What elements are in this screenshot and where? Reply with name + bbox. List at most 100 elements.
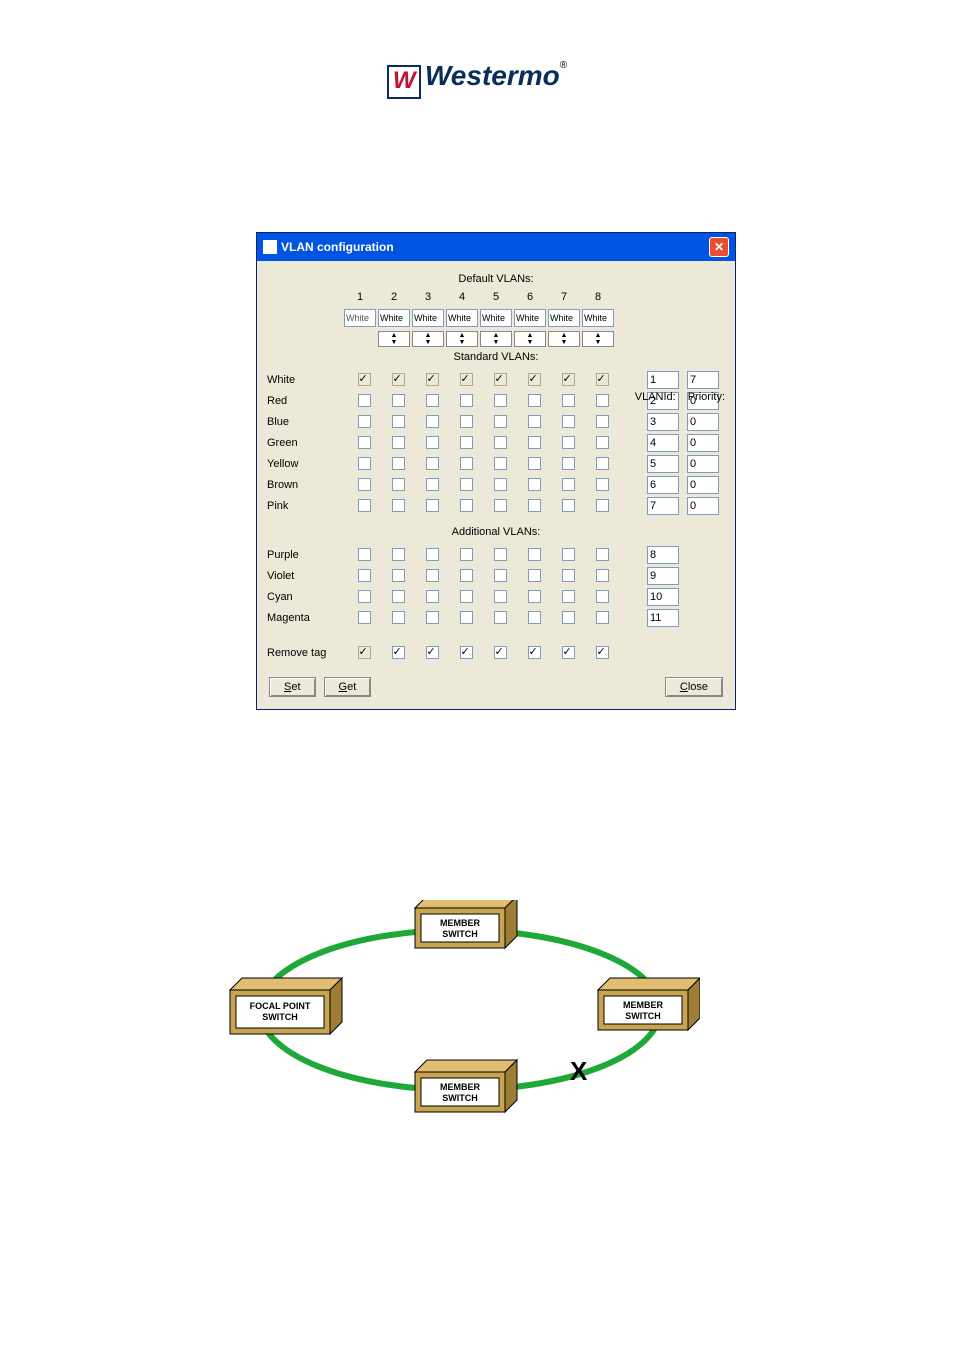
additional-vlan-checkbox-port1[interactable] xyxy=(358,569,371,582)
spinner-port4[interactable]: ▲▼ xyxy=(446,331,478,347)
standard-vlan-checkbox-port4[interactable] xyxy=(460,436,473,449)
additional-vlan-checkbox-port6[interactable] xyxy=(528,569,541,582)
spinner-port6[interactable]: ▲▼ xyxy=(514,331,546,347)
port-default-input-7[interactable] xyxy=(548,309,580,327)
standard-vlan-checkbox-port3[interactable] xyxy=(426,415,439,428)
remove-tag-checkbox-port4[interactable] xyxy=(460,646,473,659)
additional-vlan-checkbox-port7[interactable] xyxy=(562,548,575,561)
additional-vlan-checkbox-port2[interactable] xyxy=(392,611,405,624)
set-button[interactable]: Set xyxy=(269,677,316,697)
remove-tag-checkbox-port7[interactable] xyxy=(562,646,575,659)
priority-input[interactable] xyxy=(687,476,719,494)
additional-vlan-checkbox-port7[interactable] xyxy=(562,569,575,582)
additional-vlan-checkbox-port1[interactable] xyxy=(358,611,371,624)
remove-tag-checkbox-port5[interactable] xyxy=(494,646,507,659)
additional-vlan-checkbox-port4[interactable] xyxy=(460,590,473,603)
additional-vlan-checkbox-port2[interactable] xyxy=(392,548,405,561)
additional-vlan-checkbox-port3[interactable] xyxy=(426,611,439,624)
remove-tag-checkbox-port2[interactable] xyxy=(392,646,405,659)
standard-vlan-checkbox-port4[interactable] xyxy=(460,478,473,491)
additional-vlan-checkbox-port5[interactable] xyxy=(494,611,507,624)
standard-vlan-checkbox-port7[interactable] xyxy=(562,457,575,470)
standard-vlan-checkbox-port3[interactable] xyxy=(426,478,439,491)
standard-vlan-checkbox-port7[interactable] xyxy=(562,436,575,449)
priority-input[interactable] xyxy=(687,497,719,515)
standard-vlan-checkbox-port3[interactable] xyxy=(426,499,439,512)
vlanid-input[interactable] xyxy=(647,609,679,627)
standard-vlan-checkbox-port5[interactable] xyxy=(494,415,507,428)
standard-vlan-checkbox-port5[interactable] xyxy=(494,394,507,407)
standard-vlan-checkbox-port8[interactable] xyxy=(596,415,609,428)
additional-vlan-checkbox-port8[interactable] xyxy=(596,590,609,603)
standard-vlan-checkbox-port1[interactable] xyxy=(358,457,371,470)
standard-vlan-checkbox-port2[interactable] xyxy=(392,394,405,407)
vlanid-input[interactable] xyxy=(647,567,679,585)
standard-vlan-checkbox-port6[interactable] xyxy=(528,394,541,407)
standard-vlan-checkbox-port8[interactable] xyxy=(596,499,609,512)
standard-vlan-checkbox-port8[interactable] xyxy=(596,436,609,449)
standard-vlan-checkbox-port4[interactable] xyxy=(460,415,473,428)
standard-vlan-checkbox-port8[interactable] xyxy=(596,394,609,407)
additional-vlan-checkbox-port7[interactable] xyxy=(562,611,575,624)
standard-vlan-checkbox-port5[interactable] xyxy=(494,457,507,470)
additional-vlan-checkbox-port1[interactable] xyxy=(358,590,371,603)
spinner-port7[interactable]: ▲▼ xyxy=(548,331,580,347)
vlanid-input[interactable] xyxy=(647,455,679,473)
standard-vlan-checkbox-port4[interactable] xyxy=(460,457,473,470)
standard-vlan-checkbox-port1[interactable] xyxy=(358,394,371,407)
get-button[interactable]: Get xyxy=(324,677,372,697)
spinner-port3[interactable]: ▲▼ xyxy=(412,331,444,347)
remove-tag-checkbox-port8[interactable] xyxy=(596,646,609,659)
standard-vlan-checkbox-port3[interactable] xyxy=(426,394,439,407)
standard-vlan-checkbox-port1[interactable] xyxy=(358,499,371,512)
standard-vlan-checkbox-port4[interactable] xyxy=(460,499,473,512)
port-default-input-5[interactable] xyxy=(480,309,512,327)
remove-tag-checkbox-port3[interactable] xyxy=(426,646,439,659)
standard-vlan-checkbox-port1[interactable] xyxy=(358,415,371,428)
standard-vlan-checkbox-port6[interactable] xyxy=(528,499,541,512)
additional-vlan-checkbox-port3[interactable] xyxy=(426,590,439,603)
port-default-input-4[interactable] xyxy=(446,309,478,327)
additional-vlan-checkbox-port4[interactable] xyxy=(460,611,473,624)
vlanid-input[interactable] xyxy=(647,476,679,494)
vlanid-input[interactable] xyxy=(647,588,679,606)
vlanid-input[interactable] xyxy=(647,371,679,389)
vlanid-input[interactable] xyxy=(647,434,679,452)
additional-vlan-checkbox-port3[interactable] xyxy=(426,548,439,561)
standard-vlan-checkbox-port8[interactable] xyxy=(596,478,609,491)
additional-vlan-checkbox-port5[interactable] xyxy=(494,590,507,603)
port-default-input-8[interactable] xyxy=(582,309,614,327)
standard-vlan-checkbox-port2[interactable] xyxy=(392,436,405,449)
standard-vlan-checkbox-port3[interactable] xyxy=(426,436,439,449)
standard-vlan-checkbox-port2[interactable] xyxy=(392,478,405,491)
close-icon[interactable]: ✕ xyxy=(709,237,729,257)
standard-vlan-checkbox-port7[interactable] xyxy=(562,415,575,428)
priority-input[interactable] xyxy=(687,455,719,473)
additional-vlan-checkbox-port3[interactable] xyxy=(426,569,439,582)
standard-vlan-checkbox-port7[interactable] xyxy=(562,499,575,512)
standard-vlan-checkbox-port7[interactable] xyxy=(562,394,575,407)
priority-input[interactable] xyxy=(687,434,719,452)
additional-vlan-checkbox-port5[interactable] xyxy=(494,548,507,561)
additional-vlan-checkbox-port7[interactable] xyxy=(562,590,575,603)
additional-vlan-checkbox-port1[interactable] xyxy=(358,548,371,561)
spinner-port5[interactable]: ▲▼ xyxy=(480,331,512,347)
standard-vlan-checkbox-port7[interactable] xyxy=(562,478,575,491)
standard-vlan-checkbox-port6[interactable] xyxy=(528,478,541,491)
port-default-input-6[interactable] xyxy=(514,309,546,327)
standard-vlan-checkbox-port3[interactable] xyxy=(426,457,439,470)
standard-vlan-checkbox-port8[interactable] xyxy=(596,457,609,470)
additional-vlan-checkbox-port6[interactable] xyxy=(528,590,541,603)
remove-tag-checkbox-port6[interactable] xyxy=(528,646,541,659)
vlanid-input[interactable] xyxy=(647,546,679,564)
additional-vlan-checkbox-port4[interactable] xyxy=(460,569,473,582)
additional-vlan-checkbox-port4[interactable] xyxy=(460,548,473,561)
standard-vlan-checkbox-port2[interactable] xyxy=(392,457,405,470)
standard-vlan-checkbox-port6[interactable] xyxy=(528,457,541,470)
spinner-port8[interactable]: ▲▼ xyxy=(582,331,614,347)
additional-vlan-checkbox-port8[interactable] xyxy=(596,548,609,561)
additional-vlan-checkbox-port5[interactable] xyxy=(494,569,507,582)
standard-vlan-checkbox-port5[interactable] xyxy=(494,478,507,491)
additional-vlan-checkbox-port8[interactable] xyxy=(596,569,609,582)
standard-vlan-checkbox-port2[interactable] xyxy=(392,415,405,428)
